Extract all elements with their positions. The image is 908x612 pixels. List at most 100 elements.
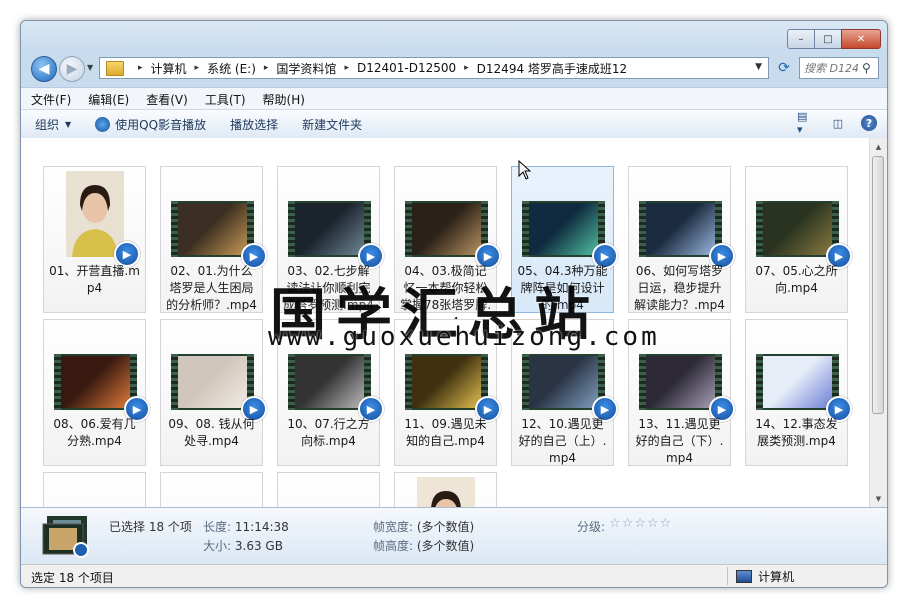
video-thumbnail: [639, 201, 722, 257]
file-name: 03、02.七步解读法让你顺利完成塔罗预测.mp4: [283, 264, 374, 312]
details-pane: 已选择 18 个项 长度: 11:14:38 大小: 3.63 GB 帧宽度: …: [21, 507, 887, 565]
breadcrumb-item[interactable]: 计算机: [151, 60, 187, 77]
status-bar: 选定 18 个项目 计算机: [21, 564, 887, 587]
status-text: 选定 18 个项目: [31, 571, 114, 585]
vertical-scrollbar[interactable]: ▲ ▼: [869, 138, 887, 507]
breadcrumb-item[interactable]: D12494 塔罗高手速成班12: [477, 60, 628, 77]
file-tile[interactable]: ▶: [277, 472, 380, 507]
size-field: 大小: 3.63 GB: [203, 539, 283, 553]
scroll-up-icon[interactable]: ▲: [870, 138, 887, 155]
play-with-qq-button[interactable]: 使用QQ影音播放: [81, 116, 216, 133]
preview-pane-icon[interactable]: ◫: [829, 115, 847, 131]
file-name: 08、06.爱有几分熟.mp4: [53, 417, 136, 448]
file-name: 14、12.事态发展类预测.mp4: [755, 417, 838, 448]
qq-player-icon: [95, 116, 111, 132]
close-button[interactable]: ✕: [841, 29, 881, 49]
maximize-button[interactable]: □: [814, 29, 842, 49]
video-thumbnail: [756, 201, 839, 257]
file-tile[interactable]: ▶ 07、05.心之所向.mp4: [745, 166, 852, 313]
navigation-bar: ◀ ▶ ▼ ▸ 计算机 ▸ 系统 (E:) ▸ 国学资料馆 ▸ D12401-D12500 ▸ D…: [21, 53, 887, 87]
help-icon[interactable]: ?: [861, 115, 877, 131]
file-tile[interactable]: ▶ 02、01.为什么塔罗是人生困局的分析师？.mp4: [160, 166, 267, 313]
video-thumbnail: [288, 354, 371, 410]
video-thumbnail: [171, 354, 254, 410]
length-field: 长度: 11:14:38: [203, 520, 289, 534]
video-thumbnail: [66, 171, 124, 257]
menu-item[interactable]: 工具(T): [195, 91, 253, 108]
menu-item[interactable]: 文件(F): [21, 91, 78, 108]
organize-button[interactable]: 组织 ▼: [21, 116, 81, 133]
status-location: 计算机: [727, 567, 794, 585]
file-tile[interactable]: ▶ 05、04.3种万能牌阵是如何设计的.mp4: [511, 166, 618, 313]
file-tile[interactable]: ▶: [43, 472, 146, 507]
back-button[interactable]: ◀: [31, 56, 57, 82]
breadcrumb-item[interactable]: D12401-D12500: [357, 61, 456, 75]
file-name: 10、07.行之方向标.mp4: [287, 417, 370, 448]
breadcrumb-separator-icon[interactable]: ▸: [464, 63, 469, 73]
scroll-thumb[interactable]: [872, 156, 884, 414]
address-bar[interactable]: ▸ 计算机 ▸ 系统 (E:) ▸ 国学资料馆 ▸ D12401-D12500 ▸ D12494 …: [99, 57, 769, 79]
folder-icon: [106, 60, 124, 76]
video-thumbnail: [288, 201, 371, 257]
recent-pages-dropdown-icon[interactable]: ▼: [87, 63, 93, 72]
view-options-icon[interactable]: ▤ ▾: [797, 110, 815, 136]
video-thumbnail: [639, 354, 722, 410]
scroll-down-icon[interactable]: ▼: [870, 490, 887, 507]
video-thumbnail: [417, 477, 475, 507]
rating-stars[interactable]: ☆☆☆☆☆: [609, 516, 672, 531]
menu-item[interactable]: 查看(V): [136, 91, 195, 108]
file-name: 01、开营直播.mp4: [49, 264, 140, 295]
menu-item[interactable]: 帮助(H): [253, 91, 312, 108]
play-with-qq-label: 使用QQ影音播放: [115, 117, 207, 132]
video-thumbnail: [171, 201, 254, 257]
organize-label: 组织: [35, 117, 60, 132]
file-tile[interactable]: ▶ 08、06.爱有几分熟.mp4: [43, 319, 150, 466]
file-name: 09、08. 钱从何处寻.mp4: [168, 417, 255, 448]
file-tile[interactable]: ▶ 03、02.七步解读法让你顺利完成塔罗预测.mp4: [277, 166, 384, 313]
file-list: ▶ 01、开营直播.mp4 ▶ 02、01.为什么塔罗是人生困局的分析师？.mp4 ▶ 0…: [21, 138, 887, 507]
search-box[interactable]: ⚲: [799, 57, 879, 79]
video-thumbnail: [405, 201, 488, 257]
breadcrumb-item[interactable]: 国学资料馆: [276, 60, 336, 77]
video-thumbnail: [405, 354, 488, 410]
video-thumbnail: [522, 201, 605, 257]
file-tile[interactable]: ▶ 10、07.行之方向标.mp4: [277, 319, 384, 466]
file-tile[interactable]: ▶ 12、10.遇见更好的自己（上）.mp4: [511, 319, 618, 466]
play-selected-label: 播放选择: [230, 117, 279, 132]
video-thumbnail: [522, 354, 605, 410]
breadcrumb-separator-icon[interactable]: ▸: [264, 63, 269, 73]
address-dropdown-icon[interactable]: ▼: [755, 62, 762, 72]
breadcrumb-separator-icon[interactable]: ▸: [344, 63, 349, 73]
forward-button[interactable]: ▶: [59, 56, 85, 82]
refresh-icon[interactable]: ⟳: [773, 57, 795, 79]
menu-item[interactable]: 编辑(E): [78, 91, 136, 108]
selected-count: 已选择 18 个项: [109, 520, 192, 534]
file-tile[interactable]: ▶: [160, 472, 263, 507]
new-folder-button[interactable]: 新建文件夹: [288, 116, 372, 133]
frame-width-field: 帧宽度: (多个数值): [373, 520, 475, 534]
file-name: 05、04.3种万能牌阵是如何设计的.mp4: [517, 264, 608, 312]
breadcrumb-item[interactable]: 系统 (E:): [207, 60, 256, 77]
explorer-window: – □ ✕ ◀ ▶ ▼ ▸ 计算机 ▸ 系统 (E:) ▸ 国学资料馆 ▸ D12401-D1…: [20, 20, 888, 588]
file-tile[interactable]: ▶: [394, 472, 497, 507]
search-input[interactable]: [800, 60, 862, 76]
play-selected-button[interactable]: 播放选择: [216, 116, 288, 133]
search-icon[interactable]: ⚲: [862, 61, 871, 75]
frame-height-field: 帧高度: (多个数值): [373, 539, 475, 553]
minimize-button[interactable]: –: [787, 29, 815, 49]
file-tile[interactable]: ▶ 11、09.遇见未知的自己.mp4: [394, 319, 501, 466]
file-tile[interactable]: ▶04、03.极简记忆一本帮你轻松掌握78张塔罗牌.mp4: [394, 166, 501, 329]
chevron-down-icon: ▼: [65, 119, 72, 129]
breadcrumb-separator-icon[interactable]: ▸: [195, 63, 200, 73]
file-tile[interactable]: ▶ 09、08. 钱从何处寻.mp4: [160, 319, 267, 466]
file-name: 02、01.为什么塔罗是人生困局的分析师？.mp4: [166, 264, 257, 312]
status-location-label: 计算机: [758, 569, 795, 584]
selection-thumbnail: [41, 514, 93, 558]
command-bar: 组织 ▼ 使用QQ影音播放 播放选择 新建文件夹 ▤ ▾ ◫ ?: [21, 109, 887, 139]
file-tile[interactable]: ▶ 13、11.遇见更好的自己（下）.mp4: [628, 319, 735, 466]
file-tile[interactable]: ▶ 01、开营直播.mp4: [43, 166, 146, 313]
file-tile[interactable]: ▶ 14、12.事态发展类预测.mp4: [745, 319, 852, 466]
file-tile[interactable]: ▶ 06、如何写塔罗日运，稳步提升解读能力？.mp4: [628, 166, 735, 313]
video-thumbnail: [54, 354, 137, 410]
breadcrumb-separator-icon[interactable]: ▸: [138, 63, 143, 73]
